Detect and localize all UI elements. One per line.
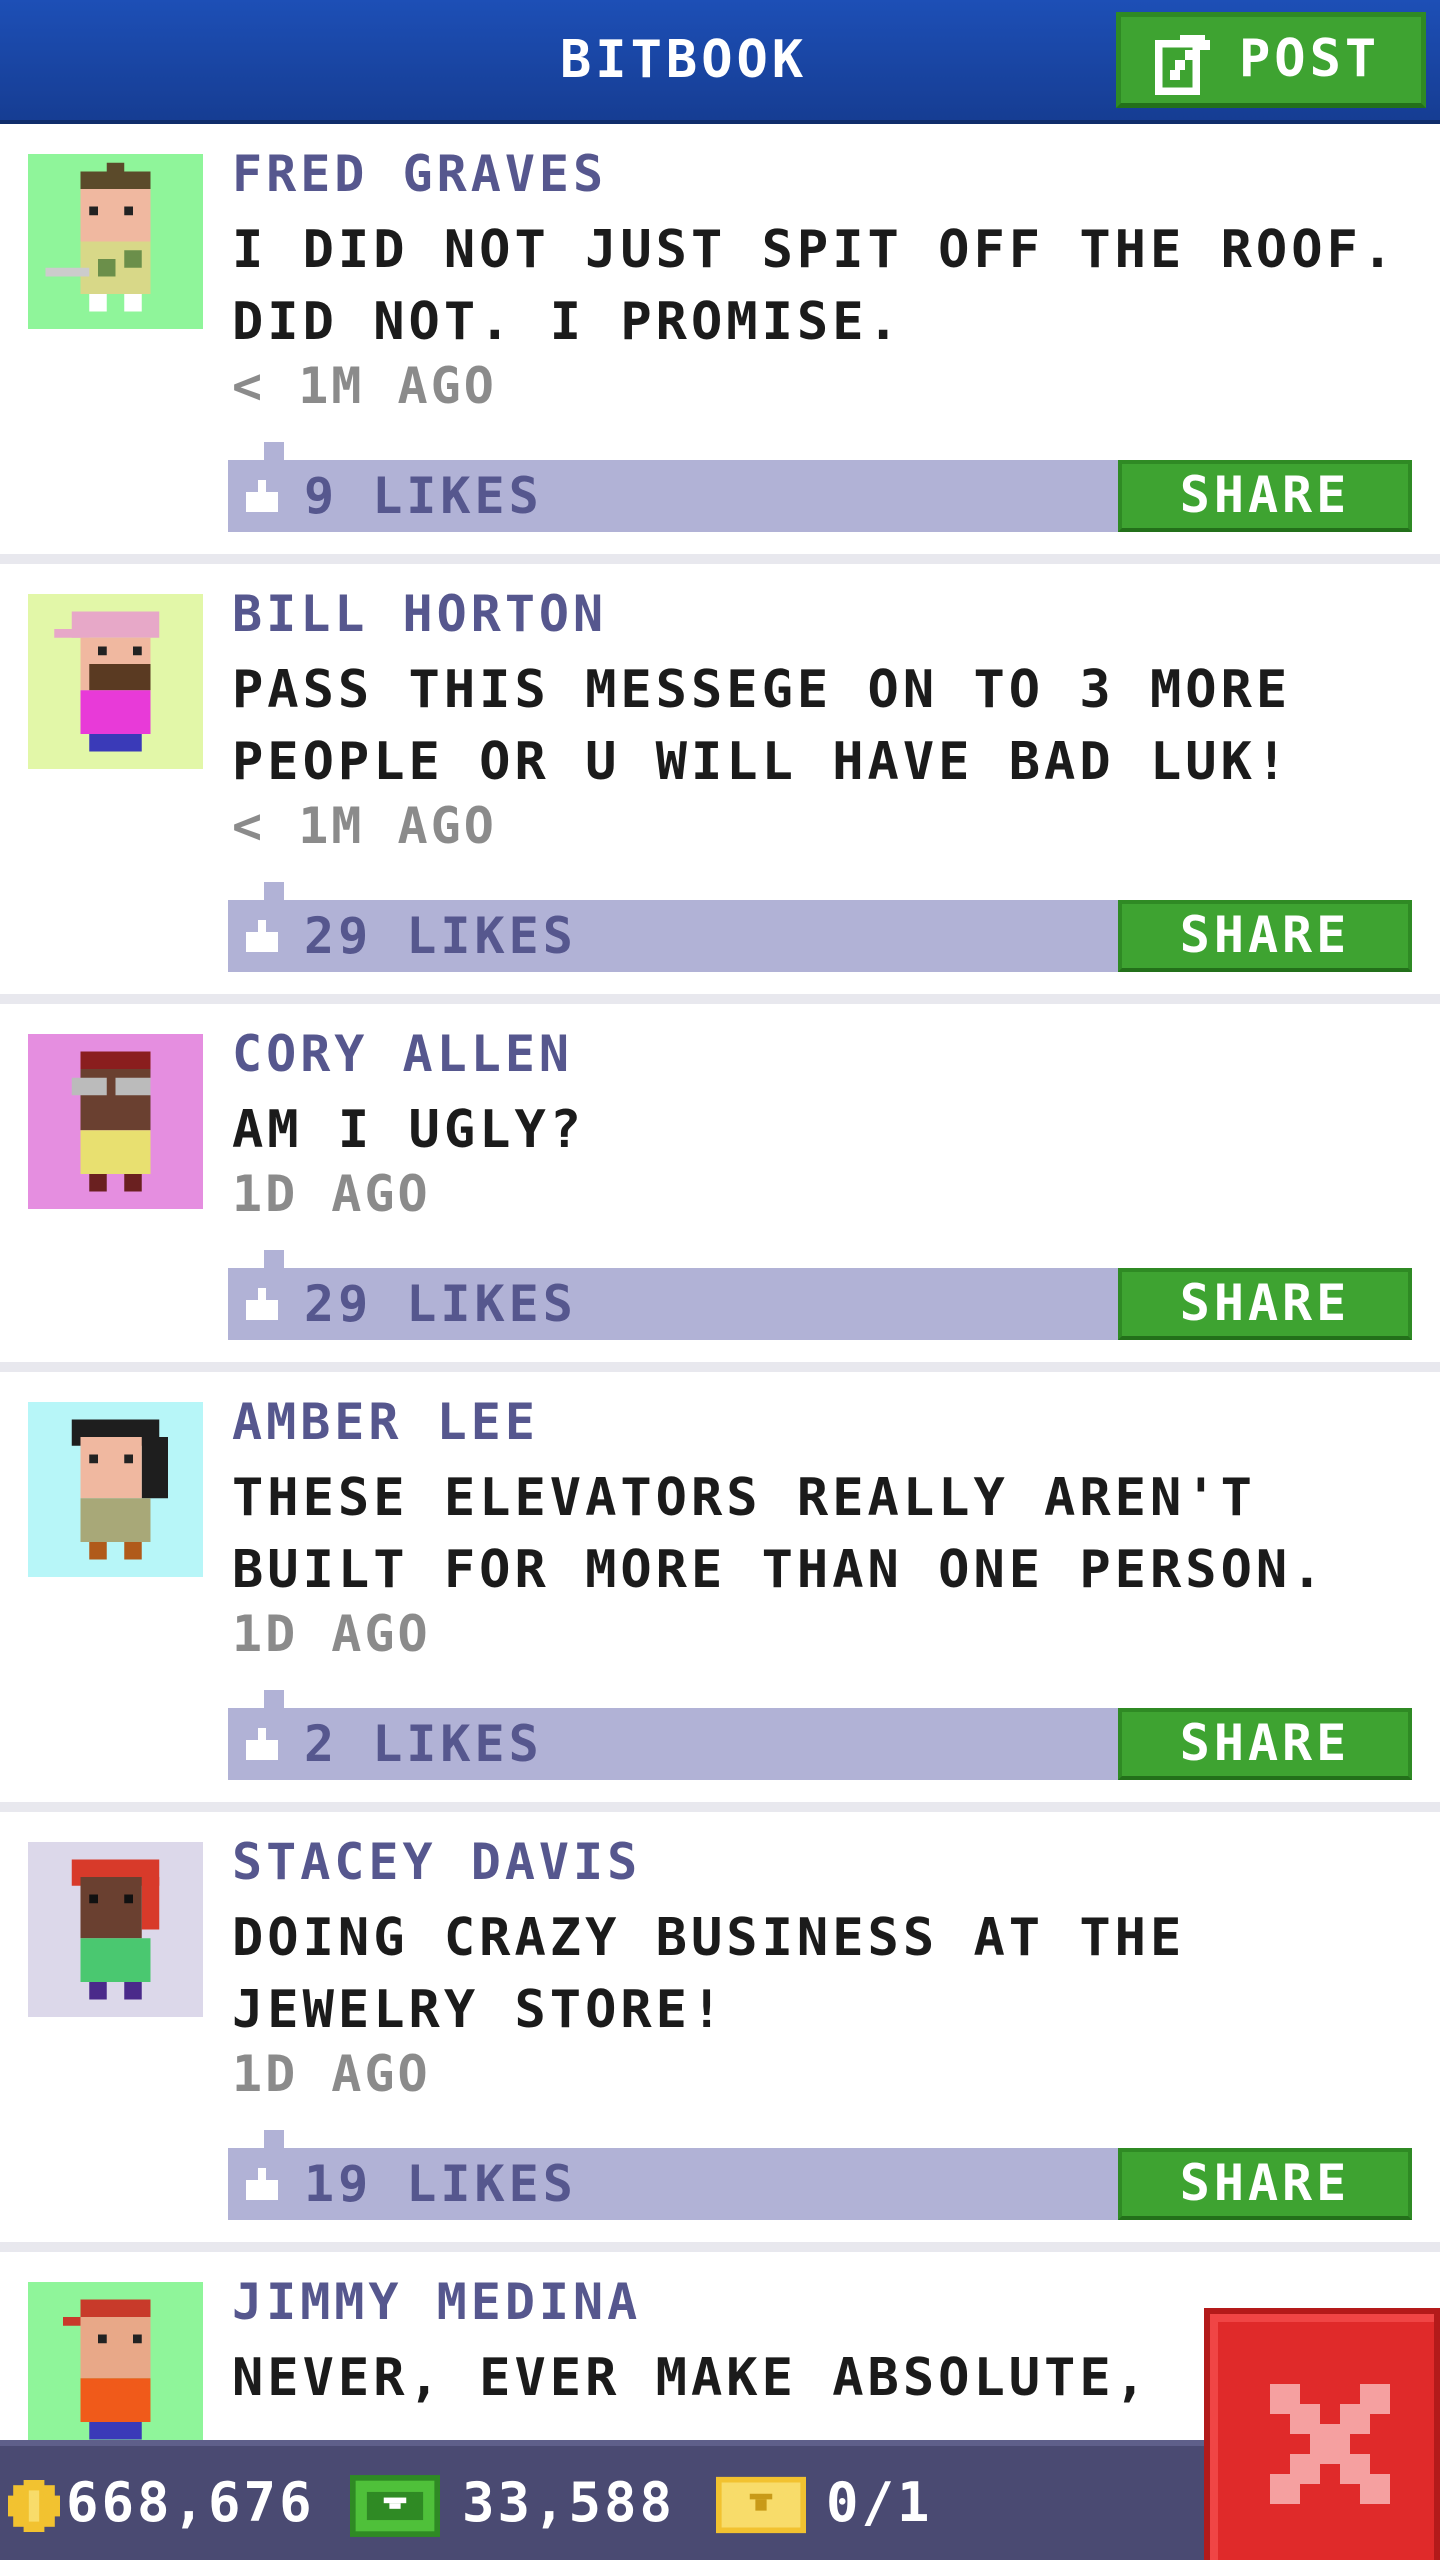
like-count[interactable]: 29 LIKES [304, 1276, 904, 1332]
like-count[interactable]: 19 LIKES [304, 2156, 904, 2212]
like-bar: 9 LIKES SHARE [228, 442, 1412, 532]
edit-icon [1155, 35, 1210, 95]
post-author[interactable]: JIMMY MEDINA [232, 2274, 1032, 2330]
post-message: I DID NOT JUST SPIT OFF THE ROOF. DID NO… [232, 220, 1398, 352]
post-divider [0, 2242, 1440, 2252]
avatar[interactable] [28, 154, 203, 329]
thumbs-up-icon [246, 2168, 278, 2200]
avatar[interactable] [28, 594, 203, 769]
avatar[interactable] [28, 1034, 203, 1209]
like-bubble-tip [264, 1690, 284, 1710]
thumbs-up-icon [246, 480, 278, 512]
share-button[interactable]: SHARE [1118, 1268, 1412, 1340]
like-count[interactable]: 2 LIKES [304, 1716, 904, 1772]
avatar-red-hair-woman-icon [71, 1859, 160, 2000]
like-bubble-tip [264, 2130, 284, 2150]
post-author[interactable]: AMBER LEE [232, 1394, 1032, 1450]
thumbs-up-icon [246, 1728, 278, 1760]
top-bar: BITBOOK POST [0, 0, 1440, 124]
like-bubble-tip [264, 1250, 284, 1270]
post-message: DOING CRAZY BUSINESS AT THE JEWELRY STOR… [232, 1908, 1186, 2040]
close-icon [1270, 2384, 1390, 2504]
bux-icon [350, 2475, 440, 2537]
post-author[interactable]: FRED GRAVES [232, 146, 1032, 202]
post-message: THESE ELEVATORS REALLY AREN'T BUILT FOR … [232, 1468, 1327, 1600]
feed-post: STACEY DAVIS DOING CRAZY BUSINESS AT THE… [0, 1812, 1440, 2252]
avatar[interactable] [28, 1402, 203, 1577]
like-bubble-tip [264, 882, 284, 902]
share-button[interactable]: SHARE [1118, 460, 1412, 532]
post-message: AM I UGLY? [232, 1100, 586, 1160]
avatar[interactable] [28, 2282, 203, 2440]
thumbs-up-icon [246, 920, 278, 952]
post-time: 1D AGO [232, 1605, 431, 1663]
post-divider [0, 554, 1440, 564]
like-bar: 29 LIKES SHARE [228, 1250, 1412, 1340]
like-bubble-tip [264, 442, 284, 462]
post-divider [0, 994, 1440, 1004]
app-title: BITBOOK [560, 30, 808, 90]
share-button[interactable]: SHARE [1118, 900, 1412, 972]
share-button[interactable]: SHARE [1118, 1708, 1412, 1780]
feed-post: CORY ALLEN AM I UGLY? 1D AGO 29 LIKES SH… [0, 1004, 1440, 1372]
avatar[interactable] [28, 1842, 203, 2017]
avatar-red-cap-man-icon [63, 2299, 151, 2440]
like-count[interactable]: 9 LIKES [304, 468, 904, 524]
like-bar: 29 LIKES SHARE [228, 882, 1412, 972]
feed-post: AMBER LEE THESE ELEVATORS REALLY AREN'T … [0, 1372, 1440, 1812]
avatar-golfer-icon [45, 162, 151, 312]
close-button[interactable] [1204, 2308, 1440, 2560]
like-count[interactable]: 29 LIKES [304, 908, 904, 964]
post-time: 1D AGO [232, 2045, 431, 2103]
feed-post: FRED GRAVES I DID NOT JUST SPIT OFF THE … [0, 124, 1440, 564]
ticket-count: 0/1 [826, 2471, 933, 2534]
coin-count: 668,676 [66, 2471, 315, 2534]
post-author[interactable]: STACEY DAVIS [232, 1834, 1032, 1890]
post-button-label: POST [1239, 29, 1381, 89]
avatar-woman-icon [71, 1419, 168, 1560]
feed-list[interactable]: FRED GRAVES I DID NOT JUST SPIT OFF THE … [0, 124, 1440, 2440]
post-time: < 1M AGO [232, 797, 497, 855]
coin-icon [8, 2480, 60, 2532]
post-divider [0, 1802, 1440, 1812]
post-time: 1D AGO [232, 1165, 431, 1223]
post-author[interactable]: BILL HORTON [232, 586, 1032, 642]
like-bar: 19 LIKES SHARE [228, 2130, 1412, 2220]
feed-post: BILL HORTON PASS THIS MESSEGE ON TO 3 MO… [0, 564, 1440, 1004]
post-divider [0, 1362, 1440, 1372]
share-button[interactable]: SHARE [1118, 2148, 1412, 2220]
post-message: PASS THIS MESSEGE ON TO 3 MORE PEOPLE OR… [232, 660, 1292, 792]
bux-count: 33,588 [462, 2471, 676, 2534]
post-time: < 1M AGO [232, 357, 497, 415]
ticket-icon [716, 2476, 806, 2534]
post-button[interactable]: POST [1116, 12, 1426, 108]
avatar-bearded-man-icon [54, 611, 160, 752]
like-bar: 2 LIKES SHARE [228, 1690, 1412, 1780]
thumbs-up-icon [246, 1288, 278, 1320]
post-author[interactable]: CORY ALLEN [232, 1026, 1032, 1082]
avatar-glasses-man-icon [71, 1051, 151, 1192]
